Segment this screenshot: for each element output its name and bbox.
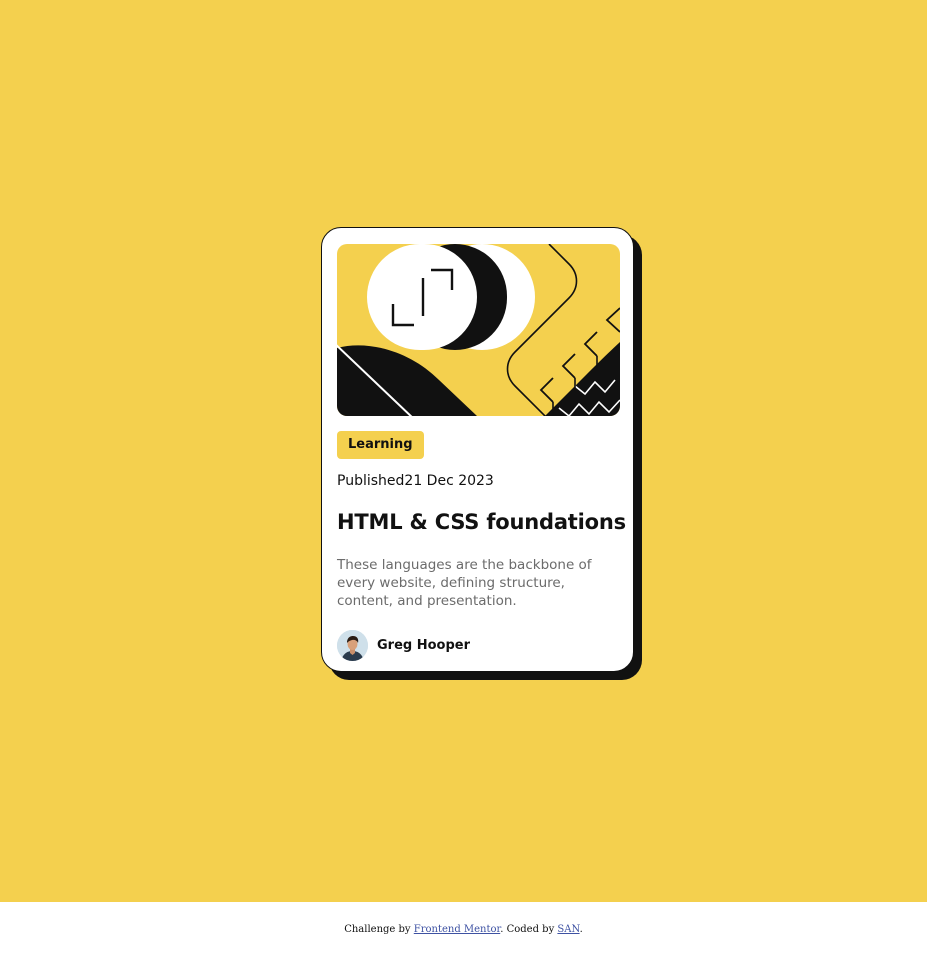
avatar-photo-icon — [337, 629, 368, 661]
hero-illustration — [337, 244, 620, 416]
avatar — [337, 629, 368, 661]
frontend-mentor-link[interactable]: Frontend Mentor — [414, 924, 500, 935]
published-date: Published21 Dec 2023 — [337, 472, 494, 490]
card-description: These languages are the backbone of ever… — [337, 557, 592, 609]
published-label: Published — [337, 473, 405, 489]
card-title[interactable]: HTML & CSS foundations — [337, 509, 626, 535]
attribution-middle: . Coded by — [500, 924, 558, 935]
page-background: Learning Published21 Dec 2023 HTML & CSS… — [0, 0, 927, 902]
coder-link[interactable]: SAN — [557, 924, 579, 935]
author-name: Greg Hooper — [377, 637, 471, 653]
blog-preview-card: Learning Published21 Dec 2023 HTML & CSS… — [321, 227, 634, 672]
published-date-value: 21 Dec 2023 — [404, 473, 494, 489]
attribution-prefix: Challenge by — [344, 924, 414, 935]
attribution-footer: Challenge by Frontend Mentor. Coded by S… — [0, 902, 927, 955]
category-tag: Learning — [337, 431, 424, 459]
attribution-suffix: . — [579, 924, 583, 935]
author-info: Greg Hooper — [337, 629, 470, 661]
